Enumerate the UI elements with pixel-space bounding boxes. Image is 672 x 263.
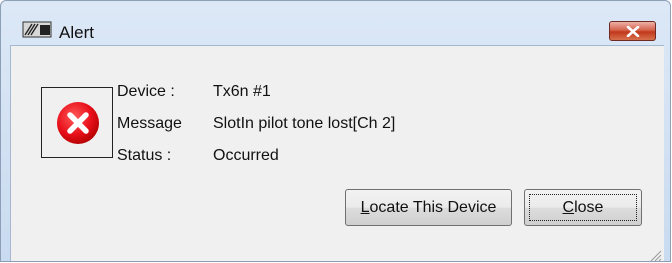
locate-button-label: ocate This Device [369, 199, 497, 216]
window-close-button[interactable] [609, 21, 656, 41]
title-bar[interactable]: Alert [1, 1, 670, 42]
locate-device-button[interactable]: Locate This Device [345, 189, 512, 226]
error-icon-frame [41, 87, 113, 158]
close-icon [626, 26, 640, 37]
locate-mnemonic: L [360, 199, 370, 216]
device-value: Tx6n #1 [213, 83, 271, 100]
message-value: SlotIn pilot tone lost[Ch 2] [213, 115, 396, 132]
window-title: Alert [59, 23, 94, 42]
close-button-label: lose [574, 199, 604, 216]
resize-grip-icon[interactable] [648, 248, 662, 261]
error-icon [57, 102, 99, 144]
close-button[interactable]: Close [524, 189, 642, 226]
dialog-body: Device : Tx6n #1 Message SlotIn pilot to… [10, 45, 664, 261]
app-icon [22, 21, 52, 38]
close-mnemonic: C [562, 199, 575, 216]
message-label: Message [117, 115, 182, 132]
status-label: Status : [117, 147, 172, 164]
status-value: Occurred [213, 147, 279, 164]
alert-window: Alert Device : Tx6n #1 Message SlotIn pi… [0, 0, 671, 262]
device-label: Device : [117, 83, 175, 100]
